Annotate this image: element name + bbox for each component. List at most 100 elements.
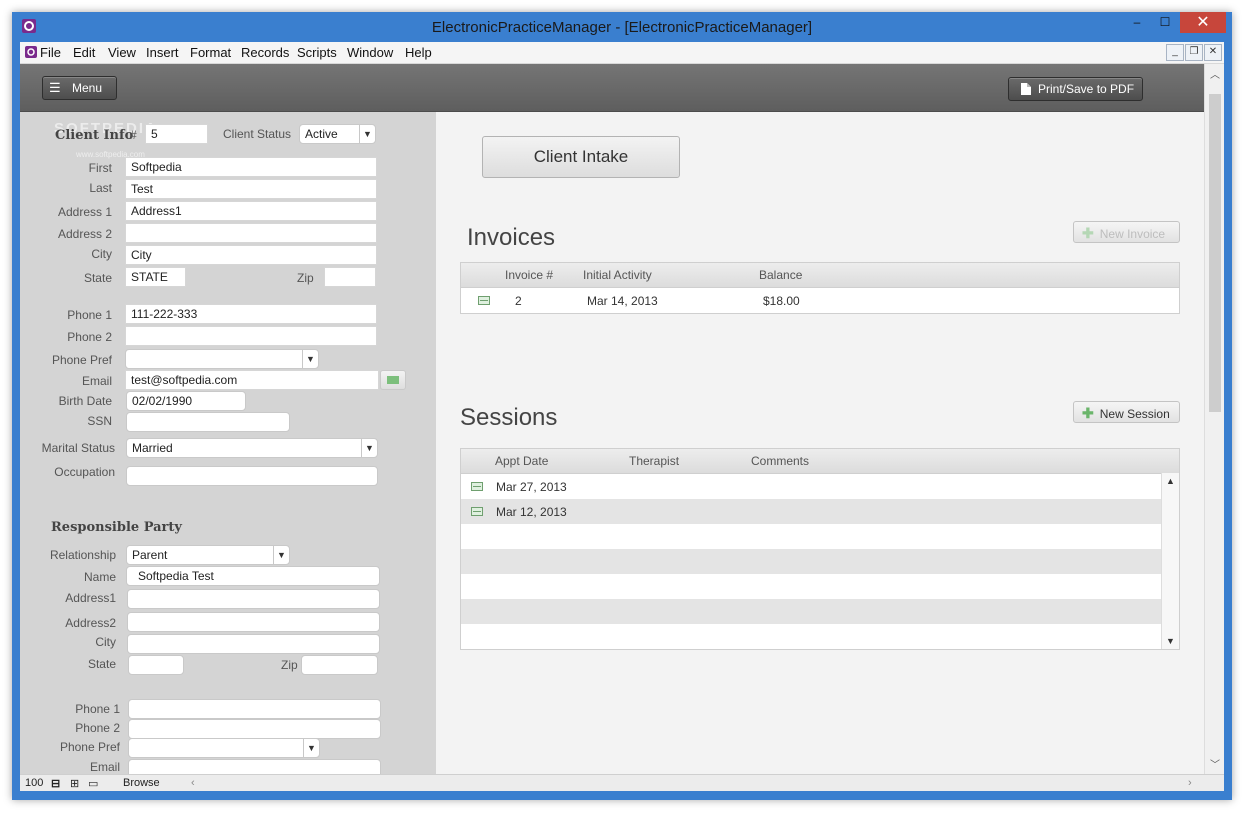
menu-help[interactable]: Help (405, 45, 432, 60)
first-label: First (88, 161, 112, 175)
zoom-level[interactable]: 100 (25, 777, 43, 789)
rp-address2-label: Address2 (65, 616, 116, 630)
sessions-scrollbar[interactable]: ▲ ▼ (1161, 473, 1179, 649)
phone-pref-select[interactable]: ▼ (125, 349, 319, 369)
menu-insert[interactable]: Insert (146, 45, 179, 60)
menu-view[interactable]: View (108, 45, 136, 60)
rp-address1-label: Address1 (65, 591, 116, 605)
address2-field[interactable] (125, 223, 377, 243)
marital-status-select[interactable]: Married ▼ (126, 438, 378, 458)
scroll-down-icon[interactable]: ▼ (1162, 636, 1179, 646)
ssn-field[interactable] (126, 412, 290, 432)
rp-address2-field[interactable] (127, 612, 380, 632)
scroll-up-icon[interactable]: ︿ (1205, 66, 1224, 81)
rp-state-field[interactable] (128, 655, 184, 675)
record-icon[interactable] (471, 482, 483, 491)
menu-file[interactable]: File (40, 45, 61, 60)
mdi-close-button[interactable]: ✕ (1204, 44, 1222, 61)
menu-edit[interactable]: Edit (73, 45, 95, 60)
empty-row (461, 574, 1161, 599)
scroll-thumb[interactable] (1209, 94, 1221, 412)
empty-row (461, 549, 1161, 574)
client-info-title: Client Info (55, 128, 134, 143)
rp-name-field[interactable]: Softpedia Test (126, 566, 380, 586)
client-number-field[interactable]: 5 (145, 124, 208, 144)
client-intake-button[interactable]: Client Intake (482, 136, 680, 178)
phone1-field[interactable]: 111-222-333 (125, 304, 377, 324)
new-session-button[interactable]: ✚ New Session (1073, 401, 1180, 423)
document-icon (1021, 83, 1031, 95)
col-initial-activity[interactable]: Initial Activity (583, 268, 652, 282)
client-status-value: Active (305, 127, 338, 141)
zoom-in-icon[interactable]: ⊞ (70, 777, 79, 790)
rp-phone1-field[interactable] (128, 699, 381, 719)
birth-date-field[interactable]: 02/02/1990 (126, 391, 246, 411)
client-status-select[interactable]: Active ▼ (299, 124, 376, 144)
first-name-field[interactable]: Softpedia (125, 157, 377, 177)
scroll-up-icon[interactable]: ▲ (1162, 476, 1179, 486)
table-row[interactable]: 2 Mar 14, 2013 $18.00 (461, 288, 1179, 313)
rp-phone-pref-select[interactable]: ▼ (128, 738, 320, 758)
phone1-label: Phone 1 (67, 308, 112, 322)
email-label: Email (81, 374, 112, 388)
ssn-label: SSN (87, 414, 112, 428)
col-therapist[interactable]: Therapist (629, 454, 679, 468)
empty-row (461, 524, 1161, 549)
relationship-select[interactable]: Parent ▼ (126, 545, 290, 565)
phone2-field[interactable] (125, 326, 377, 346)
state-label: State (83, 271, 112, 285)
rp-phone2-field[interactable] (128, 719, 381, 739)
rp-zip-field[interactable] (301, 655, 378, 675)
minimize-button[interactable]: – (1123, 12, 1151, 33)
col-comments[interactable]: Comments (751, 454, 809, 468)
invoices-header: Invoice # Initial Activity Balance (461, 263, 1179, 288)
last-name-field[interactable]: Test (125, 179, 377, 199)
col-balance[interactable]: Balance (759, 268, 802, 282)
new-invoice-button[interactable]: ✚ New Invoice (1073, 221, 1180, 243)
zoom-out-icon[interactable]: ⊟ (51, 777, 60, 790)
rp-email-field[interactable] (128, 759, 381, 774)
city-field[interactable]: City (125, 245, 377, 265)
col-invoice-number[interactable]: Invoice # (505, 268, 553, 282)
email-field[interactable]: test@softpedia.com (125, 370, 379, 390)
menu-window[interactable]: Window (347, 45, 393, 60)
zip-field[interactable] (324, 267, 376, 287)
send-email-button[interactable] (380, 370, 406, 390)
rp-city-field[interactable] (127, 634, 380, 654)
address1-field[interactable]: Address1 (125, 201, 377, 221)
print-save-pdf-button[interactable]: Print/Save to PDF (1008, 77, 1143, 101)
toggle-toolbar-icon[interactable]: ▭ (88, 777, 98, 790)
window-title: ElectronicPracticeManager - [ElectronicP… (431, 19, 813, 36)
chevron-down-icon[interactable]: ▼ (303, 739, 319, 757)
document-icon[interactable] (24, 45, 38, 59)
record-icon[interactable] (471, 507, 483, 516)
close-button[interactable]: ✕ (1180, 12, 1226, 33)
menu-scripts[interactable]: Scripts (297, 45, 337, 60)
chevron-down-icon[interactable]: ▼ (361, 439, 377, 457)
menu-button[interactable]: ☰ Menu (42, 76, 117, 100)
occupation-field[interactable] (126, 466, 378, 486)
chevron-down-icon[interactable]: ▼ (359, 125, 375, 143)
chevron-down-icon[interactable]: ▼ (302, 350, 318, 368)
record-icon[interactable] (478, 296, 490, 305)
scroll-right-icon[interactable]: › (1188, 777, 1192, 789)
state-field[interactable]: STATE (125, 267, 186, 287)
mdi-restore-button[interactable]: ❐ (1185, 44, 1203, 61)
table-row[interactable]: Mar 12, 2013 (461, 499, 1161, 524)
rp-address1-field[interactable] (127, 589, 380, 609)
rp-state-label: State (87, 657, 116, 671)
scroll-left-icon[interactable]: ‹ (191, 777, 195, 789)
menu-records[interactable]: Records (241, 45, 289, 60)
scroll-down-icon[interactable]: ﹀ (1205, 756, 1224, 771)
new-invoice-label: New Invoice (1099, 227, 1166, 241)
window-scrollbar[interactable]: ︿ ﹀ (1204, 64, 1224, 774)
maximize-button[interactable]: ☐ (1151, 12, 1179, 33)
chevron-down-icon[interactable]: ▼ (273, 546, 289, 564)
col-appt-date[interactable]: Appt Date (495, 454, 548, 468)
browse-mode[interactable]: Browse (123, 777, 160, 789)
mdi-minimize-button[interactable]: _ (1166, 44, 1184, 61)
marital-status-value: Married (132, 441, 173, 455)
last-label: Last (89, 181, 112, 195)
menu-format[interactable]: Format (190, 45, 231, 60)
table-row[interactable]: Mar 27, 2013 (461, 474, 1161, 499)
